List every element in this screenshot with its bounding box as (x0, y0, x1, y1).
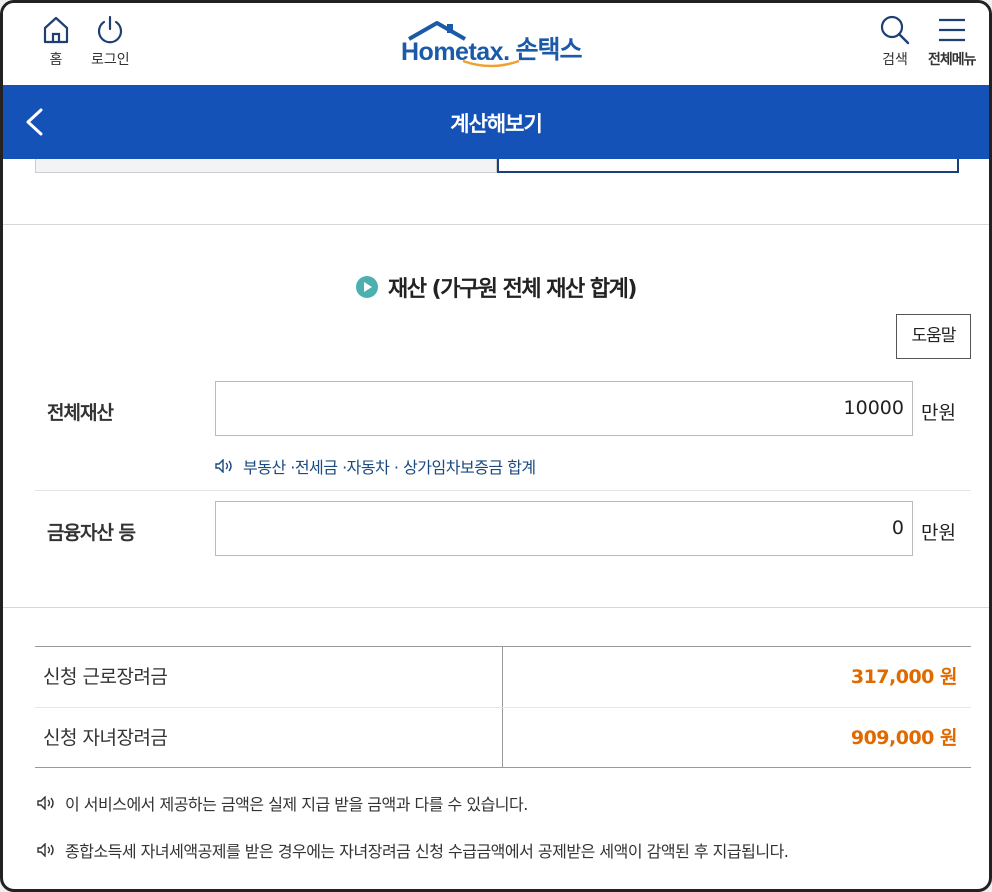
notice-item: 종합소득세 자녀세액공제를 받은 경우에는 자녀장려금 신청 수급금액에서 공제… (37, 838, 789, 862)
search-icon (880, 15, 910, 45)
home-icon (43, 16, 69, 44)
result-label: 신청 자녀장려금 (35, 708, 503, 767)
speaker-icon (37, 796, 54, 810)
power-icon (98, 15, 123, 44)
full-menu-label: 전체메뉴 (928, 52, 977, 68)
financial-assets-input[interactable]: 0 (215, 501, 913, 556)
home-label: 홈 (49, 52, 63, 68)
login-label: 로그인 (91, 52, 130, 68)
page-titlebar: 계산해보기 (3, 85, 989, 159)
total-assets-label: 전체재산 (47, 402, 114, 424)
table-row: 신청 근로장려금 317,000 원 (35, 647, 971, 707)
hometax-logo[interactable]: Hometax. 손택스 (401, 19, 611, 71)
financial-assets-label: 금융자산 등 (47, 522, 136, 544)
speaker-icon (215, 459, 232, 473)
results-table: 신청 근로장려금 317,000 원 신청 자녀장려금 909,000 원 (35, 646, 971, 768)
section-divider (3, 607, 989, 608)
tab-bar (35, 159, 959, 173)
tab-left[interactable] (35, 159, 497, 173)
full-menu-button[interactable]: 전체메뉴 (928, 15, 977, 69)
login-button[interactable]: 로그인 (91, 15, 130, 69)
search-label: 검색 (882, 52, 908, 68)
tab-right-active[interactable] (497, 159, 959, 173)
notice-text: 종합소득세 자녀세액공제를 받은 경우에는 자녀장려금 신청 수급금액에서 공제… (65, 842, 789, 861)
page-title: 계산해보기 (450, 112, 543, 136)
notice-text: 이 서비스에서 제공하는 금액은 실제 지급 받을 금액과 다를 수 있습니다. (65, 795, 528, 814)
hamburger-menu-icon (938, 18, 965, 42)
financial-assets-unit: 만원 (921, 522, 956, 544)
result-value: 317,000 원 (850, 666, 958, 688)
total-assets-input[interactable]: 10000 (215, 381, 913, 436)
app-frame: 홈 로그인 Hometax. 손택스 검색 전체메뉴 계산해보기 재산 (가구원… (0, 0, 992, 892)
total-assets-unit: 만원 (921, 402, 956, 424)
help-button[interactable]: 도움말 (896, 314, 971, 359)
search-button[interactable]: 검색 (879, 15, 911, 69)
section-divider (3, 224, 989, 225)
result-value: 909,000 원 (850, 727, 958, 749)
play-circle-icon (356, 276, 379, 298)
notice-item: 이 서비스에서 제공하는 금액은 실제 지급 받을 금액과 다를 수 있습니다. (37, 791, 528, 815)
top-header: 홈 로그인 Hometax. 손택스 검색 전체메뉴 (3, 3, 989, 85)
section-heading: 재산 (가구원 전체 재산 합계) (3, 271, 989, 303)
row-divider (35, 490, 971, 491)
logo-text: Hometax. (401, 37, 510, 66)
section-title: 재산 (가구원 전체 재산 합계) (388, 277, 637, 302)
home-button[interactable]: 홈 (41, 15, 71, 69)
speaker-icon (37, 843, 54, 857)
total-assets-hint: 부동산 ·전세금 ·자동차 · 상가임차보증금 합계 (215, 454, 536, 478)
result-label: 신청 근로장려금 (35, 647, 503, 707)
total-assets-hint-text: 부동산 ·전세금 ·자동차 · 상가임차보증금 합계 (243, 458, 536, 477)
table-row: 신청 자녀장려금 909,000 원 (35, 707, 971, 767)
logo-korean-text: 손택스 (515, 35, 583, 64)
